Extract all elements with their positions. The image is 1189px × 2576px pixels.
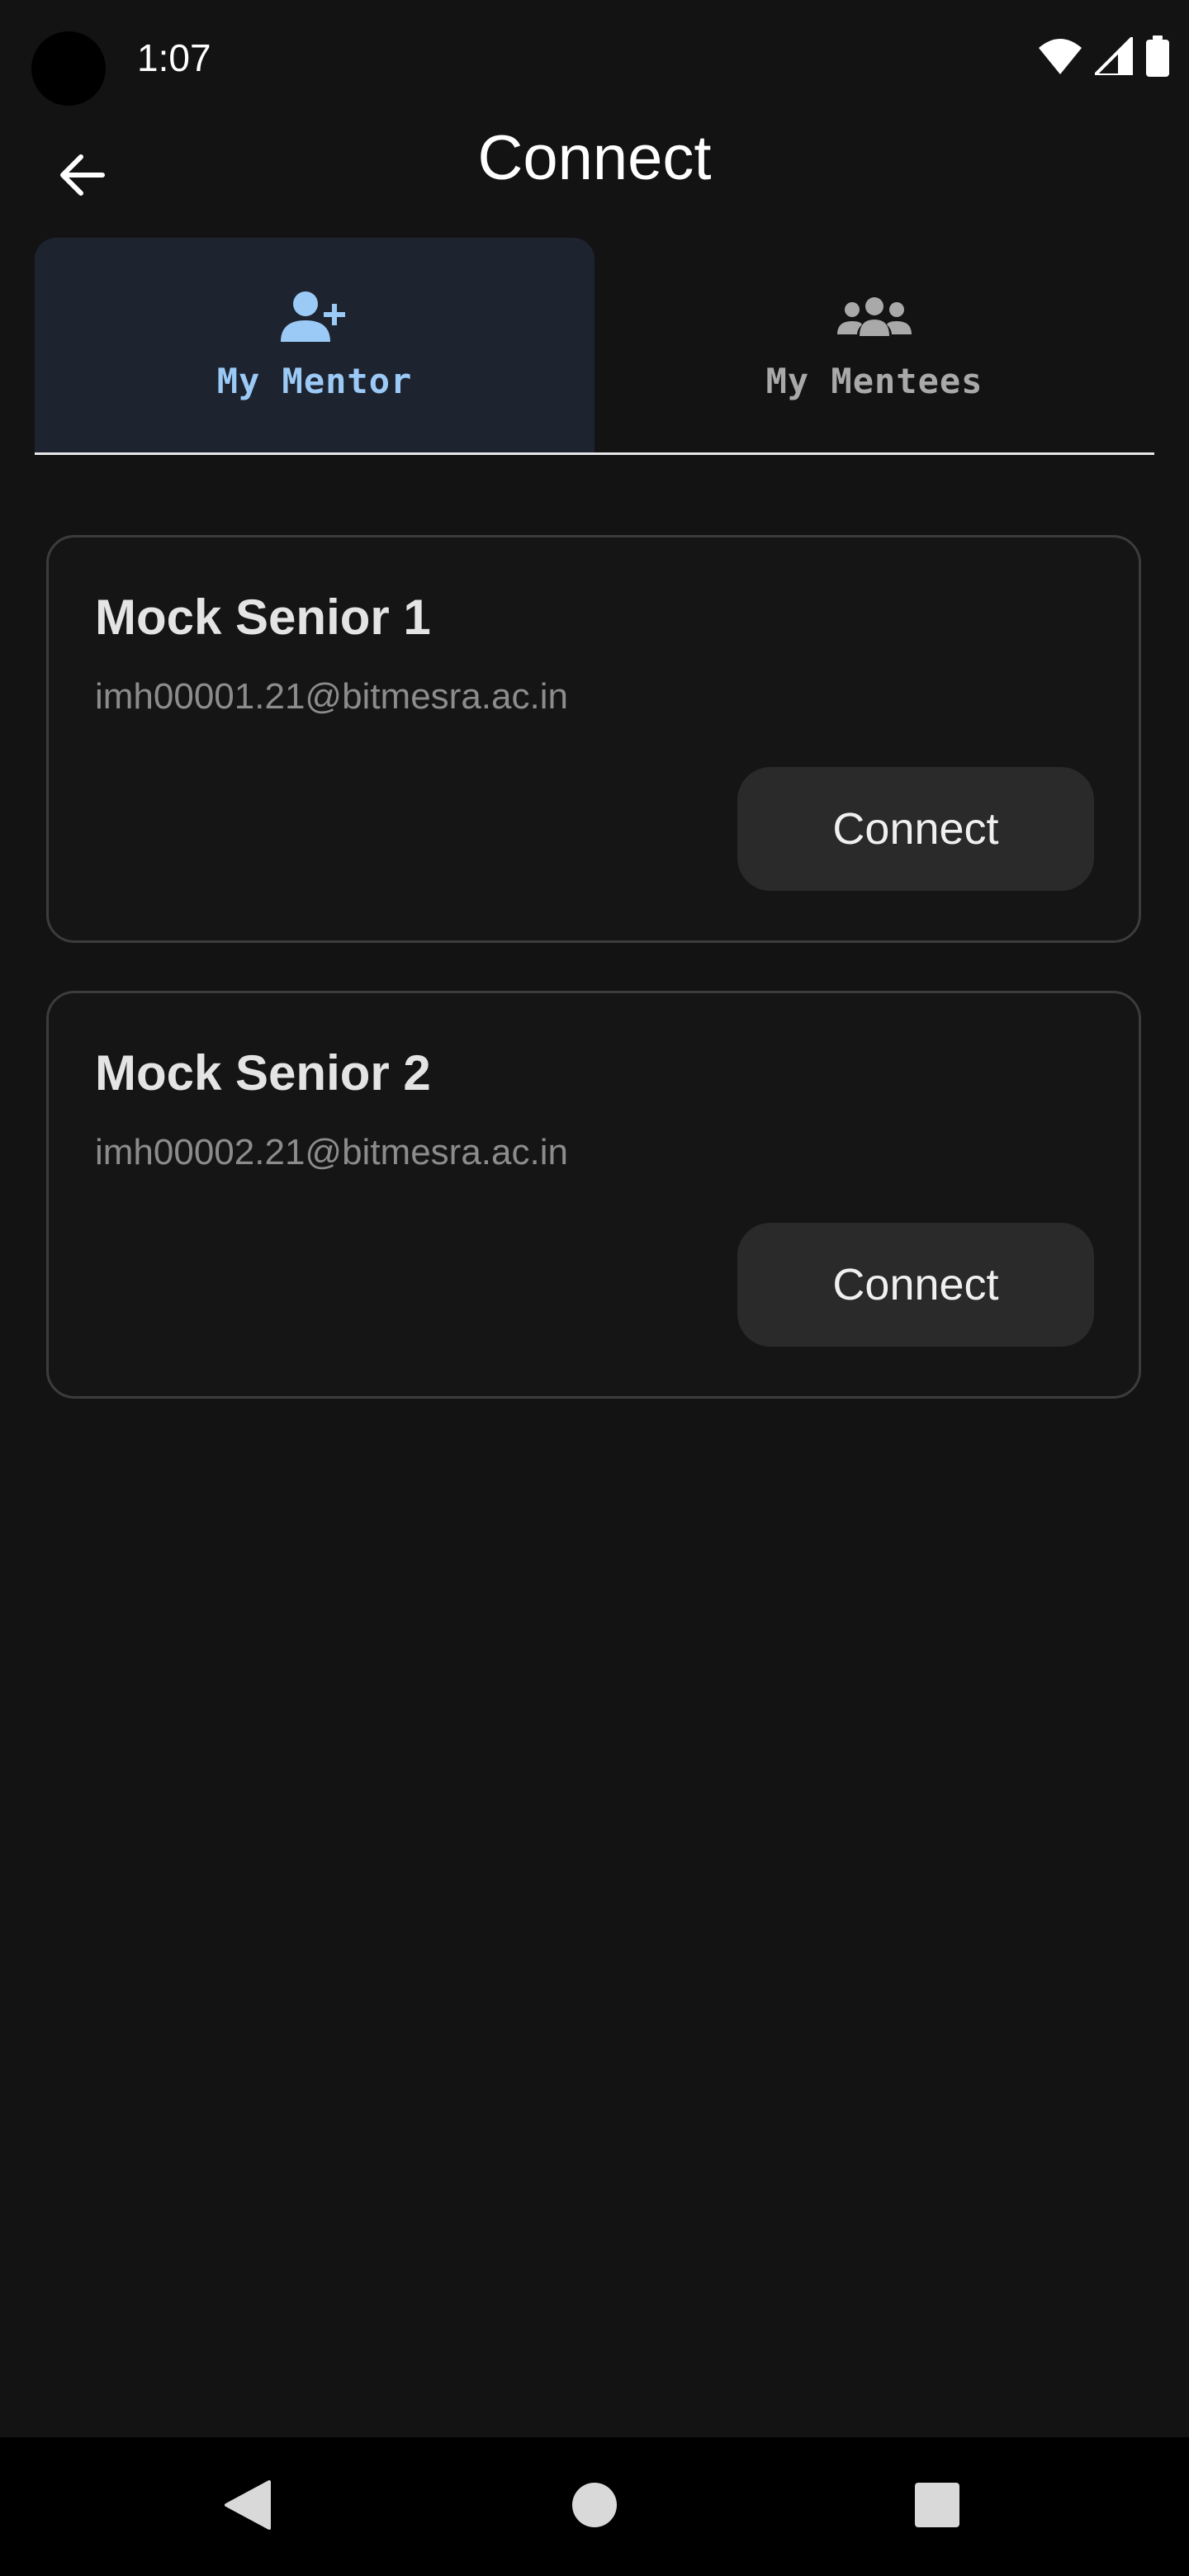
nav-recents-button[interactable] [896,2465,978,2548]
tab-my-mentor[interactable]: My Mentor [35,238,594,452]
status-bar: 1:07 [0,0,1189,116]
back-triangle-icon [225,2479,271,2534]
status-time: 1:07 [137,36,211,79]
mentor-name: Mock Senior 2 [95,1045,431,1101]
mentor-email: imh00001.21@bitmesra.ac.in [95,676,568,717]
person-add-icon [281,290,348,343]
wifi-icon [1039,38,1082,74]
nav-home-button[interactable] [553,2465,636,2548]
tab-label: My Mentor [216,360,413,401]
arrow-left-icon [56,150,106,204]
status-icons [1039,33,1169,79]
cellular-signal-icon [1095,37,1133,75]
app-bar: Connect [0,116,1189,223]
battery-icon [1146,36,1169,77]
mentor-card: Mock Senior 1 imh00001.21@bitmesra.ac.in… [46,535,1141,943]
tab-bar: My Mentor My Mentees [35,238,1154,455]
back-button[interactable] [40,135,122,218]
mentor-email: imh00002.21@bitmesra.ac.in [95,1132,568,1172]
mentor-name: Mock Senior 1 [95,590,431,645]
nav-back-button[interactable] [206,2465,289,2548]
tab-label: My Mentees [765,360,983,401]
recents-square-icon [914,2482,960,2532]
connect-button[interactable]: Connect [737,1223,1094,1347]
tab-my-mentees[interactable]: My Mentees [594,238,1154,452]
page-title: Connect [477,123,712,193]
home-circle-icon [571,2482,618,2532]
camera-cutout [31,31,106,106]
connect-button[interactable]: Connect [737,767,1094,891]
system-navigation-bar [0,2437,1189,2576]
group-icon [837,290,912,343]
mentor-card: Mock Senior 2 imh00002.21@bitmesra.ac.in… [46,991,1141,1399]
